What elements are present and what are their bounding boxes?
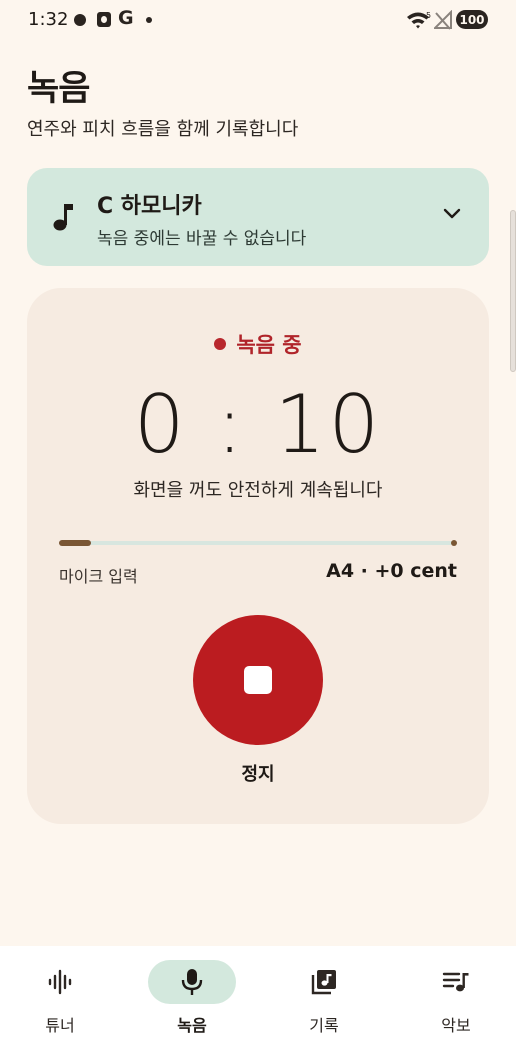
input-level-fill bbox=[59, 540, 91, 546]
nav-item-history[interactable]: 기록 bbox=[280, 960, 368, 1040]
battery-indicator: 100 bbox=[456, 10, 488, 29]
recording-status-label: 녹음 중 bbox=[236, 333, 302, 357]
app-notification-icon bbox=[97, 12, 111, 27]
input-level-meter bbox=[59, 540, 457, 546]
nav-item-score[interactable]: 악보 bbox=[412, 960, 500, 1040]
nav-item-tuner[interactable]: 튜너 bbox=[16, 960, 104, 1040]
nav-item-record[interactable]: 녹음 bbox=[148, 960, 236, 1040]
input-level-end-dot bbox=[451, 540, 457, 546]
chevron-down-icon bbox=[443, 208, 461, 219]
wifi-icon: 5 bbox=[407, 11, 431, 29]
mic-input-label: 마이크 입력 bbox=[59, 567, 138, 586]
nav-label-score: 악보 bbox=[441, 1016, 471, 1035]
bottom-navigation: 튜너 녹음 기록 악보 bbox=[0, 946, 516, 1054]
instrument-name: C 하모니카 bbox=[97, 194, 202, 219]
nav-active-indicator bbox=[148, 960, 236, 1004]
svg-text:5: 5 bbox=[426, 11, 431, 20]
notification-dot-icon bbox=[74, 14, 86, 26]
status-bar: 1:32 G 5 100 bbox=[0, 0, 516, 40]
no-signal-icon bbox=[434, 10, 452, 30]
nav-label-history: 기록 bbox=[309, 1016, 339, 1035]
recording-status: 녹음 중 bbox=[27, 329, 489, 359]
google-icon: G bbox=[118, 7, 134, 29]
page-title: 녹음 bbox=[27, 69, 90, 109]
stop-icon bbox=[244, 666, 272, 694]
page-subtitle: 연주와 피치 흐름을 함께 기록합니다 bbox=[27, 119, 299, 140]
more-notifications-icon bbox=[146, 17, 152, 23]
queue-music-icon bbox=[442, 972, 469, 992]
recording-card: 녹음 중 0 : 10 화면을 꺼도 안전하게 계속됩니다 마이크 입력 A4 … bbox=[27, 288, 489, 824]
recording-hint: 화면을 꺼도 안전하게 계속됩니다 bbox=[133, 480, 383, 501]
nav-label-record: 녹음 bbox=[177, 1016, 207, 1035]
scrollbar[interactable] bbox=[510, 210, 516, 372]
recording-dot-icon bbox=[214, 338, 227, 350]
instrument-lock-note: 녹음 중에는 바꿀 수 없습니다 bbox=[97, 229, 307, 249]
recording-timer: 0 : 10 bbox=[133, 378, 383, 471]
stop-button[interactable] bbox=[193, 615, 323, 745]
status-time: 1:32 bbox=[28, 9, 69, 30]
music-note-icon bbox=[53, 204, 73, 231]
instrument-selector[interactable]: C 하모니카 녹음 중에는 바꿀 수 없습니다 bbox=[27, 168, 489, 266]
waveform-icon bbox=[48, 969, 72, 995]
stop-label: 정지 bbox=[241, 764, 275, 785]
mic-icon bbox=[181, 969, 203, 995]
library-music-icon bbox=[311, 970, 336, 995]
pitch-readout: A4 · +0 cent bbox=[326, 560, 457, 582]
nav-label-tuner: 튜너 bbox=[45, 1016, 75, 1035]
